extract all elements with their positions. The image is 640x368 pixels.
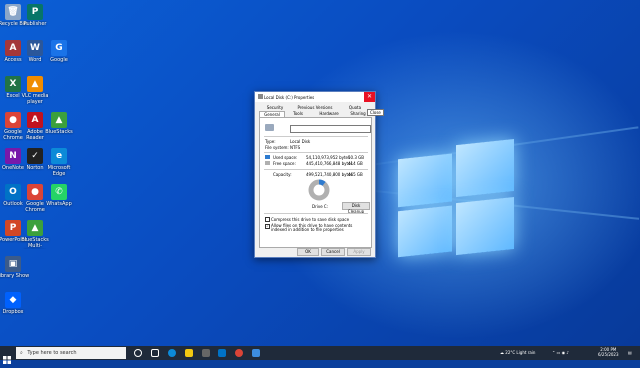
desktop-icon-label: Microsoft Edge xyxy=(47,165,71,177)
publisher-icon: P xyxy=(27,4,43,20)
capacity-label: Capacity: xyxy=(273,172,292,177)
word-icon: W xyxy=(27,40,43,56)
mail-icon[interactable] xyxy=(218,349,226,357)
desktop-icon-label: Publisher xyxy=(23,21,47,27)
desktop-icon-label: Library Show xyxy=(0,273,30,279)
search-icon: ⌕ xyxy=(20,350,23,356)
library-icon: ▣ xyxy=(5,256,21,272)
bluestacks-icon: ▲ xyxy=(51,112,67,128)
dialog-title: Local Disk (C:) Properties xyxy=(264,95,315,100)
clock[interactable]: 2:00 PM 6/25/2023 xyxy=(598,347,619,357)
desktop-icon-label: VLC media player xyxy=(21,93,49,105)
cortana-icon[interactable] xyxy=(134,349,142,357)
desktop-icon[interactable]: ▲BlueStacks Multi-Instance xyxy=(18,220,52,249)
free-color-swatch xyxy=(265,161,270,165)
separator xyxy=(264,169,368,170)
used-color-swatch xyxy=(265,155,270,159)
close-tooltip: Close xyxy=(367,109,384,116)
edge-taskbar-icon[interactable] xyxy=(168,349,176,357)
logo-pane xyxy=(456,197,514,256)
used-gb: 50.3 GB xyxy=(348,155,365,160)
separator xyxy=(264,213,368,214)
ok-button[interactable]: OK xyxy=(297,248,319,256)
desktop-icon[interactable]: P Publisher xyxy=(18,4,52,33)
drive-label: Drive C: xyxy=(312,204,329,209)
vlc-icon: ▲ xyxy=(27,76,43,92)
tray-icons[interactable]: ⌃ ▭ ◉ ♪ xyxy=(552,346,569,360)
general-panel: Type: Local Disk File system: NTFS Used … xyxy=(259,117,372,248)
index-checkbox[interactable]: ✓ xyxy=(265,224,270,229)
free-label: Free space: xyxy=(273,161,296,166)
desktop-icon[interactable]: ◆ Dropbox xyxy=(0,292,30,321)
free-bytes: 445,410,766,848 bytes xyxy=(306,161,353,166)
logo-pane xyxy=(398,205,452,258)
logo-pane xyxy=(398,153,452,208)
apply-button[interactable]: Apply xyxy=(347,248,371,256)
file-explorer-icon[interactable] xyxy=(185,349,193,357)
bluestacks-multi-icon: ▲ xyxy=(27,220,43,236)
cancel-button[interactable]: Cancel xyxy=(321,248,345,256)
chrome-taskbar-icon[interactable] xyxy=(235,349,243,357)
capacity-bytes: 499,521,740,800 bytes xyxy=(306,172,353,177)
used-bytes: 54,110,973,952 bytes xyxy=(306,155,351,160)
desktop-icon[interactable]: e Microsoft Edge xyxy=(42,148,76,177)
notifications-icon[interactable]: ▤ xyxy=(628,346,632,360)
close-icon: ✕ xyxy=(366,93,373,100)
desktop-icon-label: Dropbox xyxy=(2,309,24,315)
taskbar: ⌕ Type here to search ☁ 22°C Light rain … xyxy=(0,346,640,364)
type-value: Local Disk xyxy=(290,139,311,144)
desktop-icon-label: WhatsApp xyxy=(46,201,72,207)
desktop-icon[interactable]: ✆ WhatsApp xyxy=(42,184,76,213)
drive-icon xyxy=(258,94,263,99)
drive-name-field[interactable] xyxy=(290,125,371,133)
capacity-gb: 465 GB xyxy=(348,172,363,177)
compress-checkbox[interactable] xyxy=(265,217,270,222)
desktop-icon-label: BlueStacks Multi-Instance xyxy=(21,237,49,249)
properties-dialog: Local Disk (C:) Properties ✕ Security Pr… xyxy=(254,91,376,258)
whatsapp-icon: ✆ xyxy=(51,184,67,200)
clock-date: 6/25/2023 xyxy=(598,352,619,357)
compress-label: Compress this drive to save disk space xyxy=(271,217,350,222)
weather-widget[interactable]: ☁ 22°C Light rain xyxy=(500,346,535,360)
separator xyxy=(264,136,368,137)
used-label: Used space: xyxy=(273,155,298,160)
properties-taskbar-icon[interactable] xyxy=(252,349,260,357)
desktop-icon[interactable]: G Google xyxy=(42,40,76,69)
edge-browser-icon: e xyxy=(51,148,67,164)
chrome2-icon: ● xyxy=(27,184,43,200)
edge-icon: G xyxy=(51,40,67,56)
task-view-icon[interactable] xyxy=(151,349,159,357)
desktop-icon[interactable]: ▲ BlueStacks xyxy=(42,112,76,141)
adobe-icon: A xyxy=(27,112,43,128)
desktop-icon[interactable]: ▲ VLC media player xyxy=(18,76,52,105)
separator xyxy=(264,152,368,153)
windows-logo xyxy=(398,139,516,261)
start-button[interactable] xyxy=(3,349,11,364)
desktop: 🗑 Recycle Bin P Publisher A Access W Word G Googl… xyxy=(0,0,640,346)
weather-text: 22°C Light rain xyxy=(505,350,536,355)
drive-large-icon xyxy=(265,124,274,131)
type-label: Type: xyxy=(265,139,276,144)
dropbox-icon: ◆ xyxy=(5,292,21,308)
desktop-icon-label: Google xyxy=(50,57,68,63)
logo-pane xyxy=(456,139,514,198)
free-gb: 414 GB xyxy=(348,161,363,166)
windows-start-icon xyxy=(3,356,11,364)
disk-cleanup-button[interactable]: Disk Cleanup xyxy=(342,202,370,214)
index-label: Allow files on this drive to have conten… xyxy=(271,223,353,232)
taskbar-search-box[interactable]: ⌕ Type here to search xyxy=(16,347,126,359)
desktop-icon-label: BlueStacks xyxy=(45,129,73,135)
search-placeholder: Type here to search xyxy=(27,350,77,356)
fs-value: NTFS xyxy=(290,145,301,150)
usage-donut-chart xyxy=(308,179,330,201)
dialog-titlebar[interactable]: Local Disk (C:) Properties ✕ xyxy=(255,92,375,102)
desktop-icon[interactable]: ▣Library Show xyxy=(0,256,30,285)
norton-icon: ✓ xyxy=(27,148,43,164)
close-button[interactable]: ✕ xyxy=(364,92,375,102)
fs-label: File system: xyxy=(265,145,289,150)
store-icon[interactable] xyxy=(202,349,210,357)
